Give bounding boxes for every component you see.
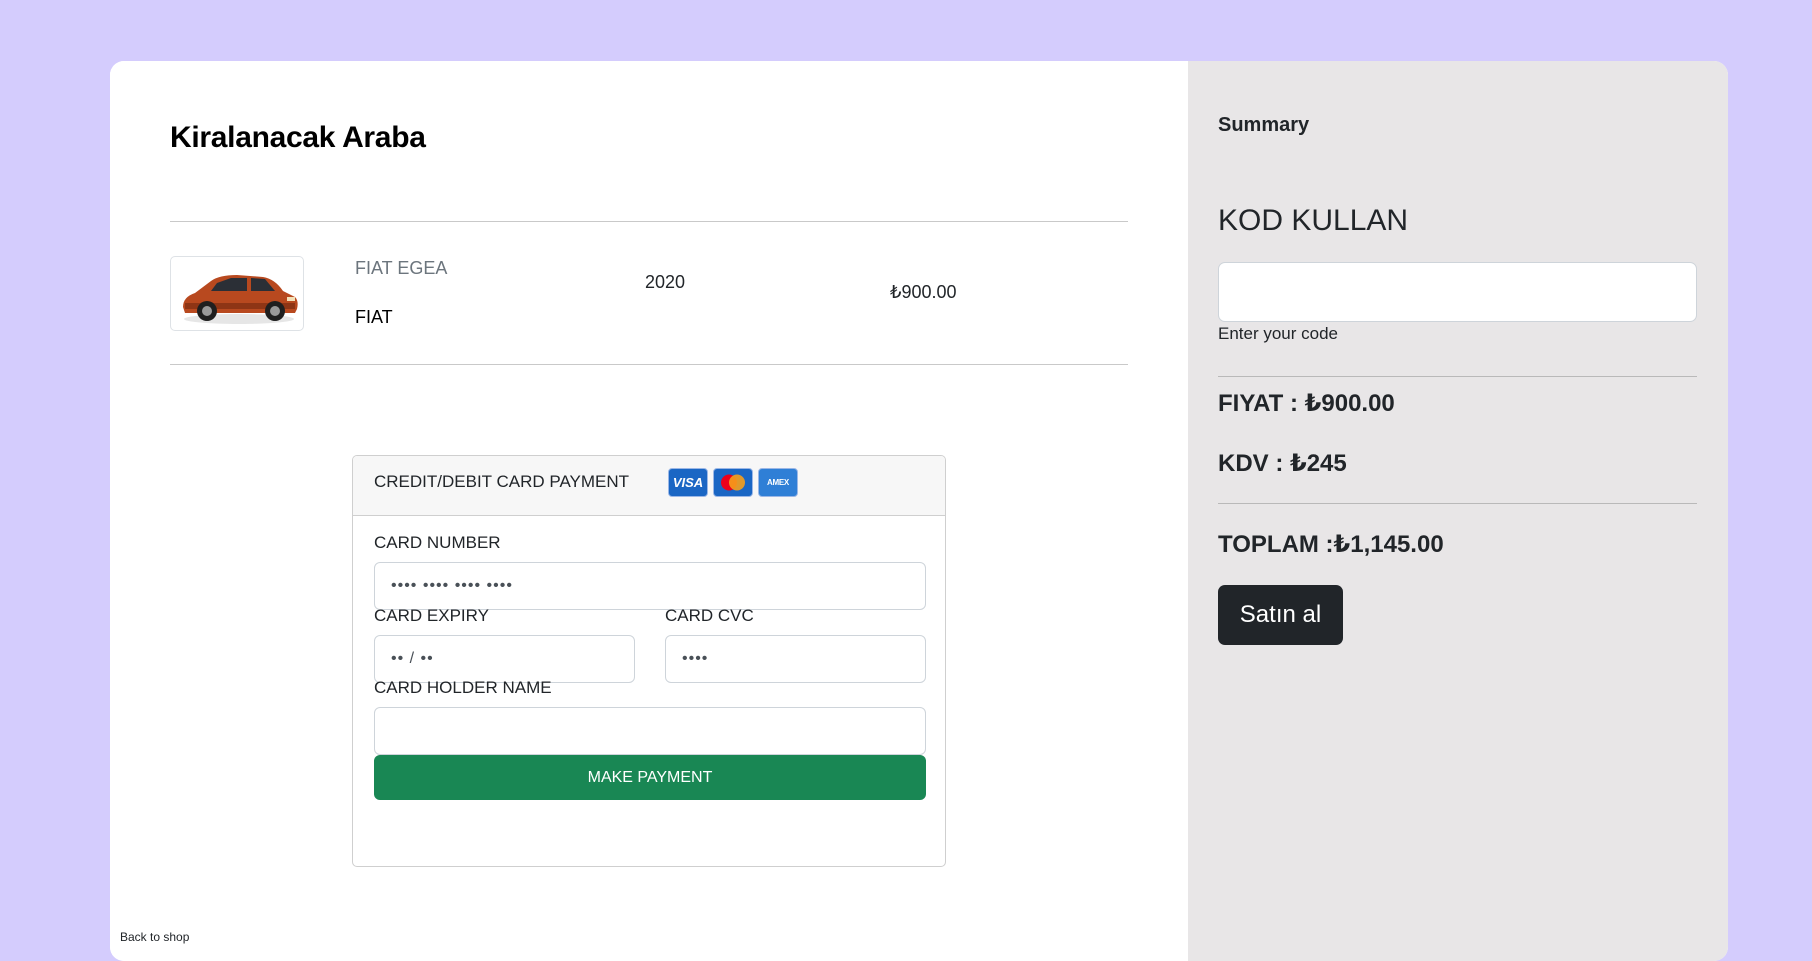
card-number-input[interactable]: •••• •••• •••• •••• (374, 562, 926, 610)
car-brand: FIAT (355, 307, 393, 327)
divider (1218, 376, 1697, 377)
divider (170, 221, 1128, 222)
buy-button[interactable]: Satın al (1218, 585, 1343, 645)
payment-header: CREDIT/DEBIT CARD PAYMENT VISA AMEX (353, 456, 945, 516)
mastercard-icon (713, 468, 753, 497)
summary-title: Summary (1218, 114, 1310, 136)
amex-icon: AMEX (758, 468, 798, 497)
card-holder-label: CARD HOLDER NAME (374, 678, 552, 697)
card-cvc-input[interactable]: •••• (665, 635, 926, 683)
total-line: TOPLAM :₺1,145.00 (1218, 531, 1444, 558)
card-expiry-label: CARD EXPIRY (374, 606, 489, 625)
divider (1218, 503, 1697, 504)
summary-panel: Summary KOD KULLAN Enter your code FIYAT… (1188, 61, 1728, 961)
checkout-card: Kiralanacak Araba FIAT EGEA FIAT 2020 ₺9… (110, 61, 1728, 961)
car-year: 2020 (645, 272, 686, 292)
card-expiry-input[interactable]: •• / •• (374, 635, 635, 683)
tax-line: KDV : ₺245 (1218, 450, 1347, 477)
price-line: FIYAT : ₺900.00 (1218, 390, 1395, 417)
car-image (170, 256, 304, 331)
code-hint: Enter your code (1218, 324, 1339, 343)
card-cvc-label: CARD CVC (665, 606, 754, 625)
divider (170, 364, 1128, 365)
card-holder-input[interactable] (374, 707, 926, 755)
cart-panel: Kiralanacak Araba FIAT EGEA FIAT 2020 ₺9… (110, 61, 1188, 961)
back-to-shop-link[interactable]: Back to shop (120, 930, 189, 944)
page-title: Kiralanacak Araba (170, 121, 426, 154)
payment-header-title: CREDIT/DEBIT CARD PAYMENT (374, 472, 630, 491)
card-number-label: CARD NUMBER (374, 533, 501, 552)
car-price: ₺900.00 (890, 282, 957, 302)
payment-form: CREDIT/DEBIT CARD PAYMENT VISA AMEX CARD… (352, 455, 946, 867)
code-input[interactable] (1218, 262, 1697, 322)
visa-icon: VISA (668, 468, 708, 497)
code-title: KOD KULLAN (1218, 204, 1409, 237)
car-model: FIAT EGEA (355, 258, 448, 278)
make-payment-button[interactable]: MAKE PAYMENT (374, 755, 926, 800)
